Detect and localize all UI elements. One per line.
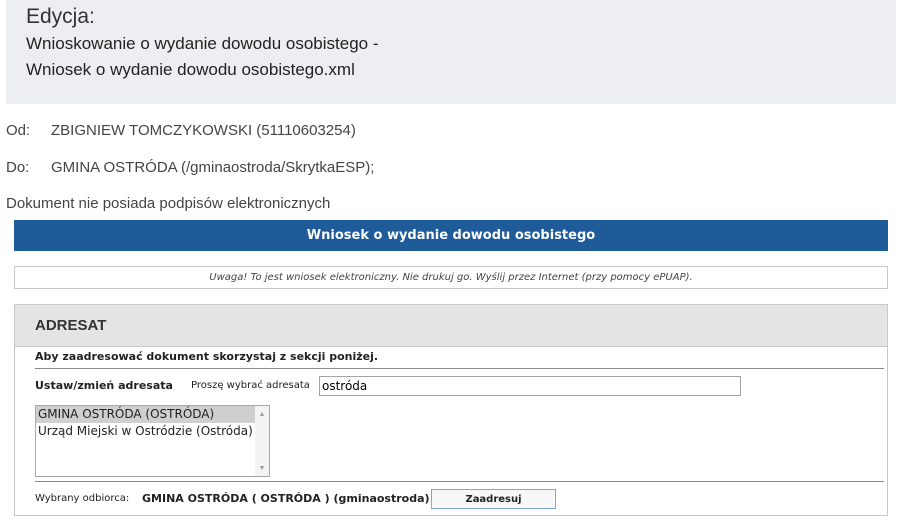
edit-header: Edycja: Wnioskowanie o wydanie dowodu os… (6, 0, 896, 104)
recipient-listbox[interactable]: GMINA OSTRÓDA (OSTRÓDA) Urząd Miejski w … (35, 405, 270, 477)
choose-recipient-label: Proszę wybrać adresata (191, 380, 310, 391)
document-name-line2: Wniosek o wydanie dowodu osobistego.xml (26, 60, 355, 79)
listbox-scrollbar[interactable]: ▲ ▼ (255, 406, 269, 476)
set-recipient-label: Ustaw/zmień adresata (35, 379, 173, 392)
from-value: ZBIGNIEW TOMCZYKOWSKI (51110603254) (51, 122, 356, 139)
address-button[interactable]: Zaadresuj (431, 489, 556, 509)
recipient-search-input[interactable] (319, 376, 741, 396)
from-label: Od: (6, 122, 31, 139)
to-label: Do: (6, 159, 30, 176)
adresat-section: ADRESAT Aby zaadresować dokument skorzys… (14, 304, 888, 516)
scroll-down-icon[interactable]: ▼ (255, 461, 269, 475)
adresat-hint: Aby zaadresować dokument skorzystaj z se… (35, 350, 379, 363)
signature-status: Dokument nie posiada podpisów elektronic… (6, 195, 331, 212)
selected-recipient-label: Wybrany odbiorca: (35, 493, 130, 504)
document-name-line1: Wnioskowanie o wydanie dowodu osobistego… (26, 34, 379, 53)
form-warning: Uwaga! To jest wniosek elektroniczny. Ni… (14, 266, 888, 289)
from-row: Od: ZBIGNIEW TOMCZYKOWSKI (51110603254) (6, 122, 356, 139)
form-title-bar: Wniosek o wydanie dowodu osobistego (14, 220, 888, 251)
recipient-option[interactable]: GMINA OSTRÓDA (OSTRÓDA) (36, 406, 255, 423)
divider (35, 481, 884, 482)
divider (35, 368, 884, 369)
recipient-option[interactable]: Urząd Miejski w Ostródzie (Ostróda) (36, 423, 255, 440)
to-value: GMINA OSTRÓDA (/gminaostroda/SkrytkaESP)… (51, 159, 375, 176)
to-row: Do: GMINA OSTRÓDA (/gminaostroda/SkrytkaE… (6, 159, 374, 176)
page-title: Edycja: (26, 5, 95, 28)
selected-recipient-value: GMINA OSTRÓDA ( OSTRÓDA ) (gminaostroda) (142, 492, 430, 505)
adresat-section-title: ADRESAT (15, 305, 887, 347)
scroll-up-icon[interactable]: ▲ (255, 407, 269, 421)
